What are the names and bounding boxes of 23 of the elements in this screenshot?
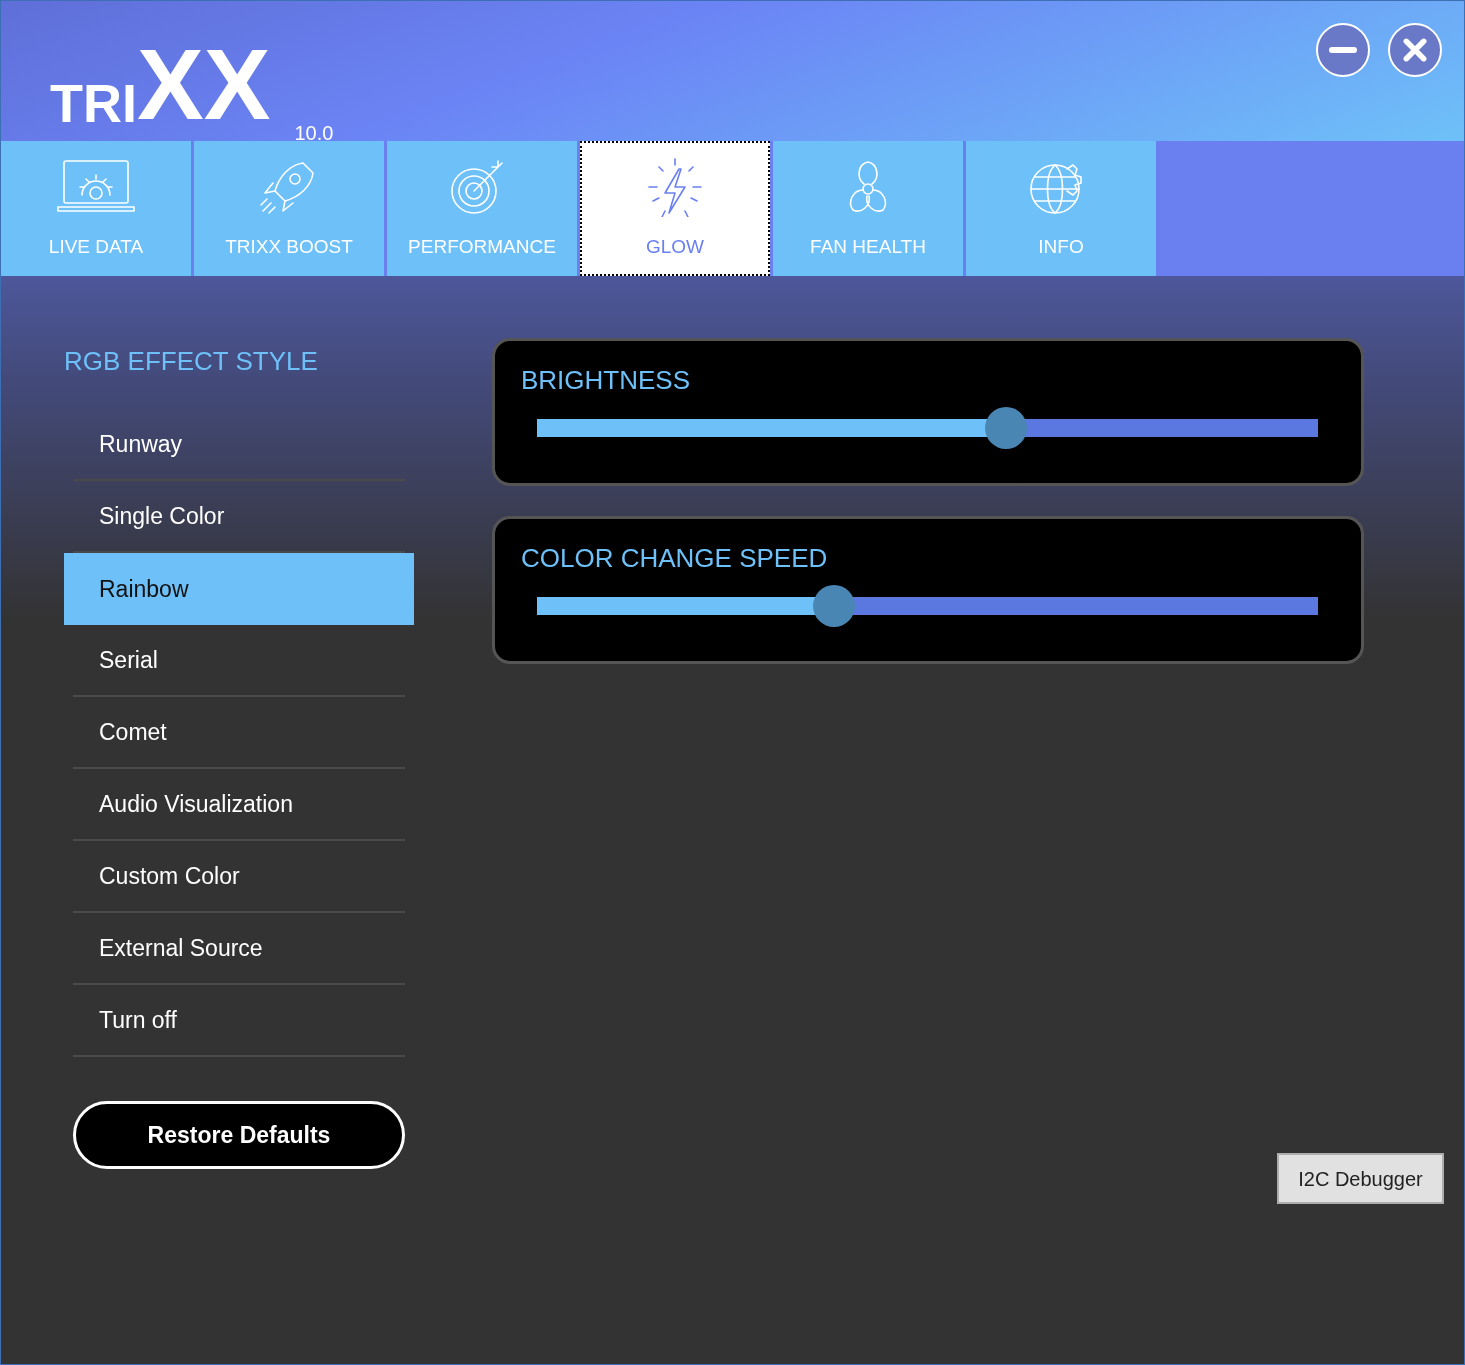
slider-thumb[interactable] bbox=[984, 407, 1027, 449]
section-title: RGB EFFECT STYLE bbox=[64, 345, 319, 378]
slider-track[interactable] bbox=[537, 407, 1318, 449]
slider-label: BRIGHTNESS bbox=[521, 364, 692, 397]
effect-item[interactable]: External Source bbox=[73, 913, 405, 985]
effect-item[interactable]: Comet bbox=[73, 697, 405, 769]
minimize-button[interactable] bbox=[1316, 23, 1370, 77]
close-icon bbox=[1403, 38, 1427, 62]
effect-item[interactable]: Serial bbox=[73, 625, 405, 697]
tab[interactable]: GLOW bbox=[580, 141, 770, 276]
effect-item[interactable]: Rainbow bbox=[64, 553, 414, 625]
slider-label: COLOR CHANGE SPEED bbox=[521, 542, 829, 575]
minus-icon bbox=[1329, 47, 1357, 53]
restore-defaults-button[interactable]: Restore Defaults bbox=[73, 1101, 405, 1169]
effect-item[interactable]: Runway bbox=[73, 409, 405, 481]
effect-item[interactable]: Audio Visualization bbox=[73, 769, 405, 841]
slider-thumb[interactable] bbox=[812, 585, 855, 627]
i2c-debugger-button[interactable]: I2C Debugger bbox=[1277, 1153, 1444, 1204]
effect-item[interactable]: Custom Color bbox=[73, 841, 405, 913]
effect-item[interactable]: Turn off bbox=[73, 985, 405, 1057]
app-logo: TRIXX bbox=[49, 27, 272, 142]
slider-track[interactable] bbox=[537, 585, 1318, 627]
close-button[interactable] bbox=[1388, 23, 1442, 77]
